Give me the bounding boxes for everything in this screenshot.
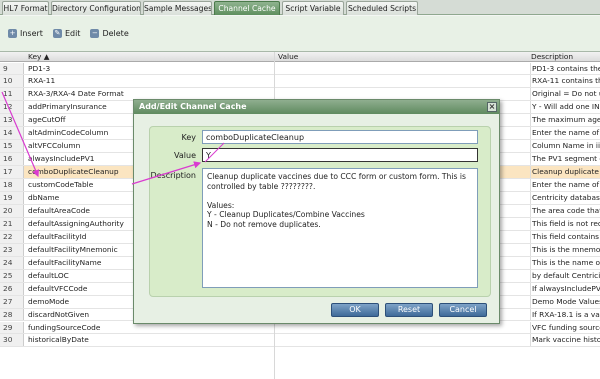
tab-bar: HL7 Format Directory Configuration Sampl… [0,0,600,15]
description-label: Description [150,171,196,180]
row-description: Column Name in iis-V [530,140,600,153]
dialog-form-panel: Key comboDuplicateCleanup Value Y Descri… [149,126,491,297]
dialog-title-bar: Add/Edit Channel Cache × [134,100,499,114]
ok-button[interactable]: OK [331,303,379,317]
column-header-value[interactable]: Value [278,52,298,62]
row-description: Cleanup duplicate vac [530,166,600,179]
row-number: 14 [0,127,24,140]
add-edit-channel-cache-dialog: Add/Edit Channel Cache × Key comboDuplic… [133,99,500,324]
row-description: If RXA-18.1 is a value [530,308,600,321]
row-description: Enter the name of the [530,127,600,140]
dialog-buttons: OK Reset Cancel [325,303,487,317]
row-number: 10 [0,75,24,88]
row-description: Mark vaccine historic [530,334,600,347]
insert-icon: + [8,28,17,38]
row-description: This field contains the [530,230,600,243]
insert-label: Insert [20,28,43,38]
row-number: 16 [0,153,24,166]
toolbar: + Insert ✎ Edit − Delete [8,26,139,40]
row-description: The PV1 segment cont [530,153,600,166]
tab-script-variable[interactable]: Script Variable [282,1,344,15]
row-number: 26 [0,282,24,295]
delete-button[interactable]: − Delete [90,28,129,38]
row-key: RXA-11 [28,76,56,86]
tab-directory-configuration[interactable]: Directory Configuration [51,1,141,15]
column-header-key[interactable]: Key ▲ [28,52,49,62]
insert-button[interactable]: + Insert [8,28,43,38]
row-number: 28 [0,308,24,321]
row-key: historicalByDate [28,335,89,345]
row-number: 20 [0,204,24,217]
table-header: Key ▲ Value Description [0,52,600,62]
column-header-description[interactable]: Description [531,52,573,62]
row-description: If alwaysIncludePV1 [530,282,600,295]
cancel-button[interactable]: Cancel [439,303,487,317]
row-number: 29 [0,321,24,334]
row-number: 27 [0,295,24,308]
row-description: Enter the name of the [530,179,600,191]
row-description: Original = Do not upd [530,88,600,101]
table-row[interactable]: 30 historicalByDate Mark vaccine historic [0,334,600,348]
row-number: 30 [0,334,24,347]
row-number: 24 [0,256,24,269]
tab-channel-cache[interactable]: Channel Cache [214,1,280,15]
row-description: RXA-11 contains the [530,75,600,88]
row-number: 19 [0,192,24,204]
row-number: 21 [0,217,24,230]
row-description: This is the name of th [530,256,600,269]
tab-sample-messages[interactable]: Sample Messages [143,1,212,15]
row-description: The maximum age of [530,114,600,127]
row-key: PD1-3 [28,63,51,73]
row-number: 18 [0,179,24,191]
row-number: 22 [0,230,24,243]
value-label: Value [174,151,196,160]
key-field[interactable]: comboDuplicateCleanup [202,130,478,144]
row-number: 12 [0,101,24,114]
reset-button[interactable]: Reset [385,303,433,317]
table-row[interactable]: 9 PD1-3 PD1-3 contains the [0,62,600,76]
edit-icon: ✎ [52,28,62,38]
row-description: VFC funding source c [530,321,600,334]
row-description: This is the mnemonic [530,243,600,256]
row-number: 15 [0,140,24,153]
description-field[interactable]: Cleanup duplicate vaccines due to CCC fo… [202,168,478,288]
row-number: 23 [0,243,24,256]
dialog-title: Add/Edit Channel Cache [139,102,247,111]
row-number: 17 [0,166,24,179]
edit-button[interactable]: ✎ Edit [52,28,81,38]
row-description: This field is not requi [530,217,600,230]
row-description: Y - Will add one IN1 s [530,101,600,114]
table-row[interactable]: 10 RXA-11 RXA-11 contains the [0,75,600,89]
edit-label: Edit [64,28,81,38]
row-description: PD1-3 contains the [530,62,600,75]
delete-icon: − [90,28,100,38]
row-description: The area code that sh [530,204,600,217]
close-icon[interactable]: × [487,102,497,112]
tab-scheduled-scripts[interactable]: Scheduled Scripts [346,1,418,15]
row-number: 9 [0,62,24,75]
row-description: Centricity database c [530,192,600,204]
key-label: Key [181,133,196,142]
row-number: 11 [0,88,24,101]
row-number: 13 [0,114,24,127]
delete-label: Delete [102,28,129,38]
value-field[interactable]: Y [202,148,478,162]
row-number: 25 [0,269,24,282]
row-description: by default Centricity u [530,269,600,282]
row-description: Demo Mode Values: [530,295,600,308]
tab-hl7-format[interactable]: HL7 Format [2,1,49,15]
